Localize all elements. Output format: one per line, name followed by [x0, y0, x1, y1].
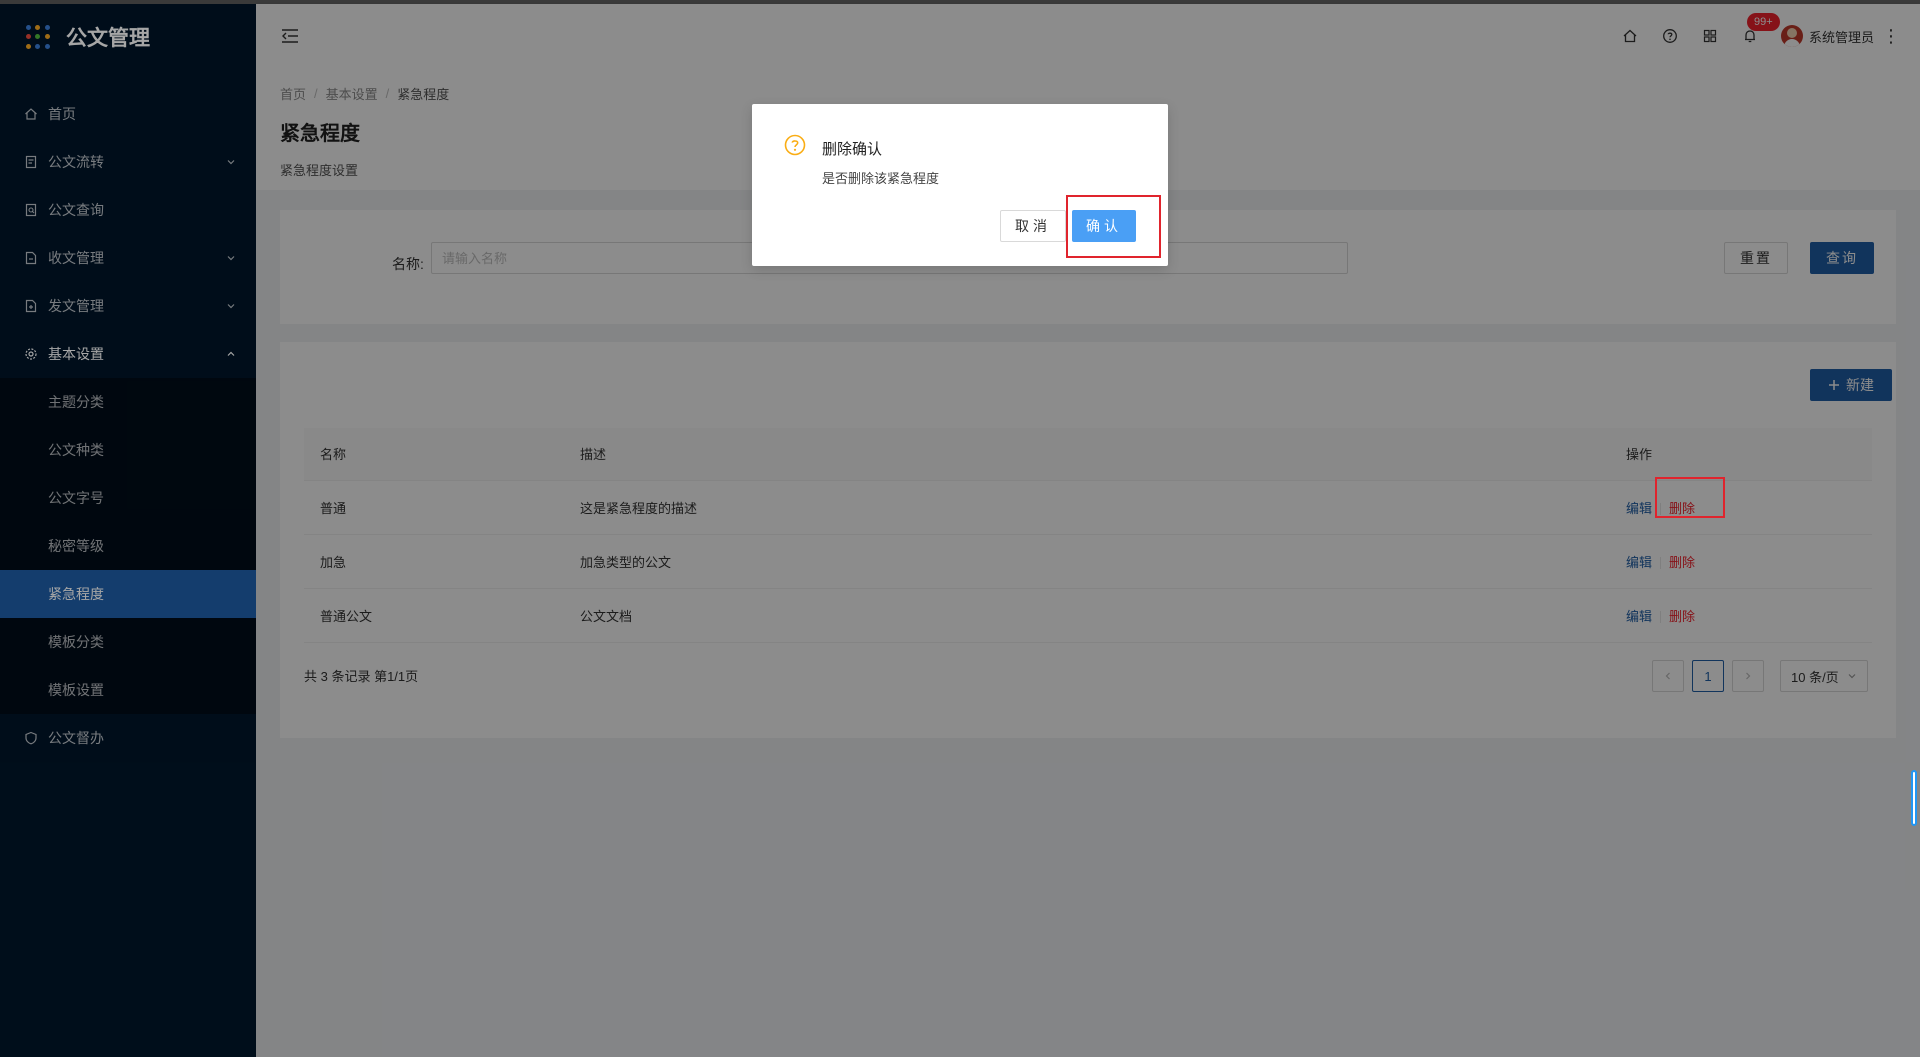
modal-content: 是否删除该紧急程度 — [822, 171, 940, 186]
delete-confirm-modal: 删除确认 是否删除该紧急程度 取消 确认 — [752, 104, 1168, 266]
question-circle-icon — [784, 134, 806, 156]
scroll-handle[interactable] — [1911, 770, 1917, 826]
modal-title: 删除确认 — [822, 141, 883, 158]
cancel-button[interactable]: 取消 — [1000, 210, 1066, 242]
confirm-button[interactable]: 确认 — [1072, 210, 1136, 242]
sidebar-overlay-mask — [0, 4, 256, 1057]
